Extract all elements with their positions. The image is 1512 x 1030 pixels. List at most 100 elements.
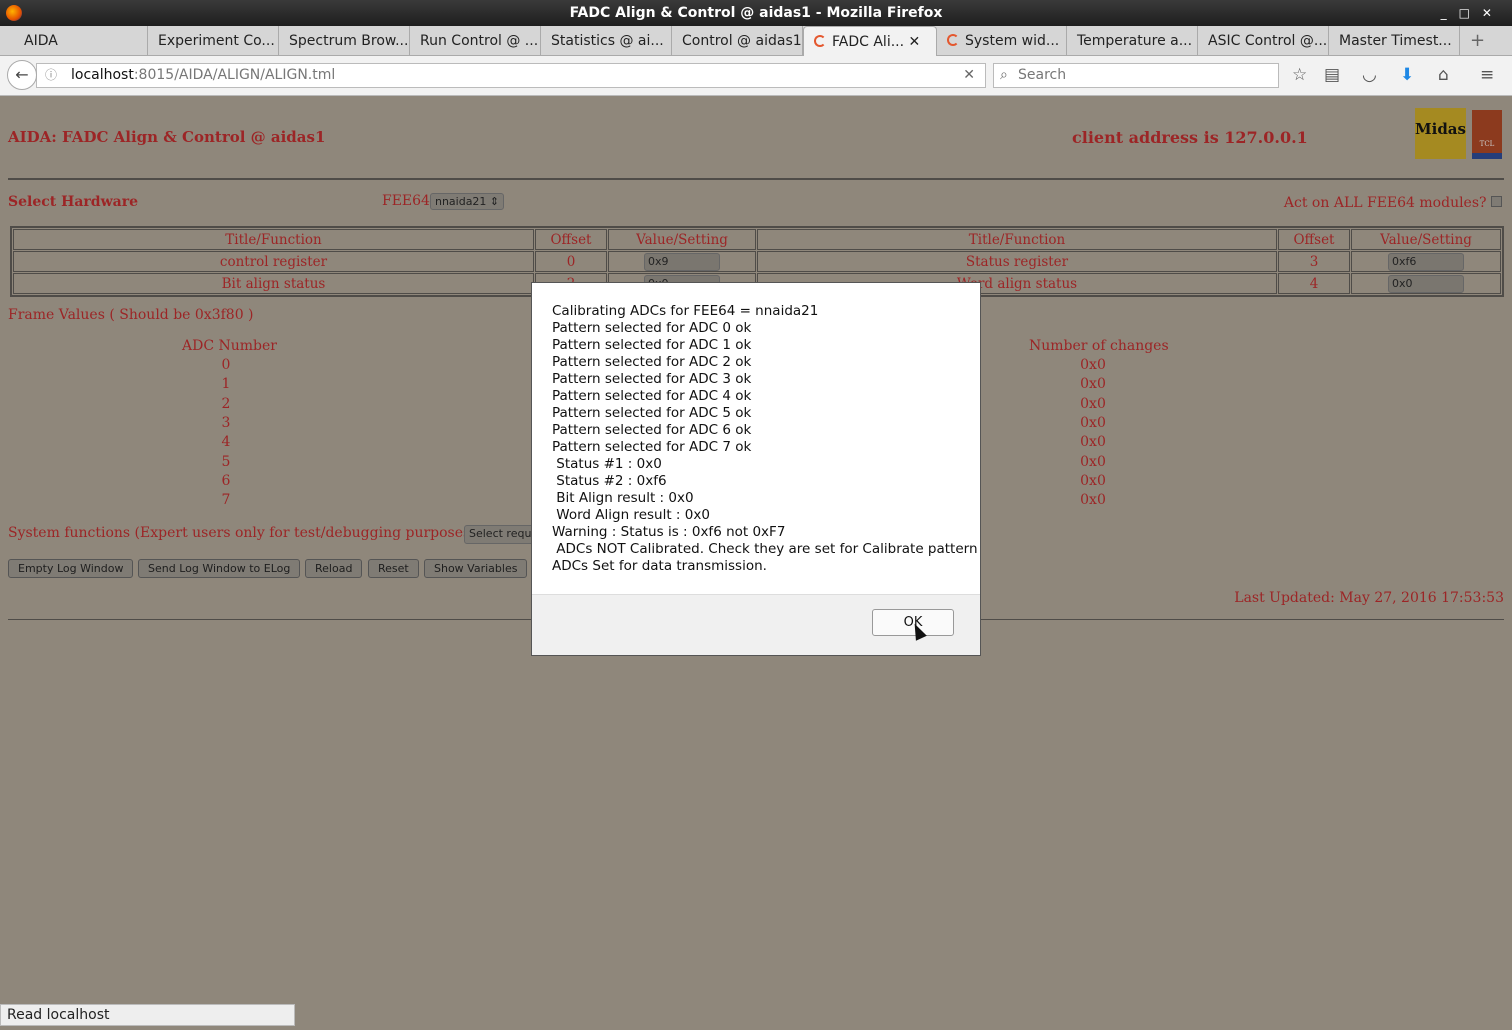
register-title: control register: [13, 251, 534, 272]
firefox-icon: [6, 5, 22, 21]
adc-number: 6: [221, 472, 231, 489]
table-row: control register 0 0x9 Status register 3…: [13, 251, 1501, 272]
adc-number-header: ADC Number: [182, 338, 277, 354]
search-placeholder: Search: [1018, 67, 1067, 83]
tab-label: Spectrum Brow...: [289, 33, 409, 49]
act-all-checkbox[interactable]: [1491, 196, 1502, 207]
midas-logo: Midas: [1415, 108, 1466, 159]
url-bar[interactable]: ⓘ localhost:8015/AIDA/ALIGN/ALIGN.tml ✕: [36, 63, 986, 88]
menu-icon[interactable]: ≡: [1480, 65, 1494, 85]
tab-label: Run Control @ ...: [420, 33, 539, 49]
adc-number: 2: [221, 395, 231, 412]
register-offset: 0: [535, 251, 607, 272]
tab[interactable]: Statistics @ ai...: [541, 26, 672, 56]
reset-button[interactable]: Reset: [368, 559, 419, 578]
adc-number: 5: [221, 453, 231, 470]
window-title: FADC Align & Control @ aidas1 - Mozilla …: [569, 5, 943, 21]
stop-icon[interactable]: ✕: [963, 64, 975, 87]
adc-changes: 0x0: [1080, 492, 1106, 509]
tab-active[interactable]: FADC Ali... ✕: [803, 26, 937, 56]
tab-strip: AIDA Experiment Co... Spectrum Brow... R…: [0, 26, 1512, 56]
adc-number: 0: [221, 357, 231, 373]
tab-label: Control @ aidas1: [682, 33, 802, 49]
column-header: Offset: [1278, 229, 1350, 250]
info-icon[interactable]: ⓘ: [45, 64, 57, 87]
loading-icon: [947, 34, 959, 46]
client-address: client address is 127.0.0.1: [1072, 128, 1308, 147]
send-log-to-elog-button[interactable]: Send Log Window to ELog: [138, 559, 301, 578]
close-tab-icon[interactable]: ✕: [909, 34, 921, 50]
tab[interactable]: Control @ aidas1: [672, 26, 803, 56]
empty-log-window-button[interactable]: Empty Log Window: [8, 559, 134, 578]
download-icon[interactable]: ⬇: [1400, 65, 1414, 85]
adc-changes: 0x0: [1080, 453, 1106, 470]
fee64-select[interactable]: nnaida21 ⇕: [429, 193, 505, 210]
tab-label: ASIC Control @...: [1208, 33, 1328, 49]
last-updated: Last Updated: May 27, 2016 17:53:53: [1234, 590, 1504, 606]
search-icon: ⌕: [1000, 67, 1008, 83]
act-all-label: Act on ALL FEE64 modules?: [1283, 195, 1487, 211]
changes-header: Number of changes: [1029, 338, 1169, 354]
adc-changes: 0x0: [1080, 376, 1106, 393]
window-controls[interactable]: _□✕: [1441, 0, 1504, 26]
url-path: :8015/AIDA/ALIGN/ALIGN.tml: [133, 67, 336, 83]
tab-label: System wid...: [965, 33, 1060, 49]
fee64-label: FEE64 nnaida21 ⇕: [382, 193, 505, 210]
adc-number: 3: [221, 414, 231, 431]
reload-button[interactable]: Reload: [305, 559, 363, 578]
adc-changes: 0x0: [1080, 395, 1106, 412]
column-header: Title/Function: [757, 229, 1277, 250]
back-button[interactable]: ←: [7, 60, 37, 90]
register-title: Bit align status: [13, 273, 534, 294]
home-icon[interactable]: ⌂: [1438, 65, 1449, 85]
loading-icon: [814, 35, 826, 47]
tab-label: Experiment Co...: [158, 33, 275, 49]
page-title: AIDA: FADC Align & Control @ aidas1: [8, 128, 326, 146]
tab[interactable]: AIDA: [0, 26, 148, 56]
register-value-input[interactable]: 0xf6: [1388, 252, 1464, 271]
register-value-cell: 0x9: [608, 251, 756, 272]
tab[interactable]: Master Timest...: [1329, 26, 1460, 56]
tab[interactable]: Run Control @ ...: [410, 26, 541, 56]
adc-number: 7: [221, 492, 231, 509]
tab[interactable]: Spectrum Brow...: [279, 26, 410, 56]
tab[interactable]: ASIC Control @...: [1198, 26, 1329, 56]
search-input[interactable]: ⌕ Search: [993, 63, 1279, 88]
column-header: Value/Setting: [608, 229, 756, 250]
column-header: Title/Function: [13, 229, 534, 250]
reading-list-icon[interactable]: ▤: [1324, 65, 1340, 85]
tab[interactable]: System wid...: [937, 26, 1067, 56]
register-value-input[interactable]: 0x0: [1388, 274, 1464, 293]
tab[interactable]: Temperature a...: [1067, 26, 1198, 56]
dialog-message: Calibrating ADCs for FEE64 = nnaida21 Pa…: [552, 303, 978, 574]
register-offset: 4: [1278, 273, 1350, 294]
tab-label: Temperature a...: [1077, 33, 1193, 49]
adc-changes: 0x0: [1080, 414, 1106, 431]
fee64-label-text: FEE64: [382, 193, 430, 209]
frame-values-label: Frame Values ( Should be 0x3f80 ): [8, 307, 254, 323]
pocket-icon[interactable]: ◡: [1362, 65, 1377, 85]
bookmark-star-icon[interactable]: ☆: [1292, 65, 1307, 85]
register-title: Status register: [757, 251, 1277, 272]
register-value-input[interactable]: 0x9: [644, 252, 720, 271]
adc-number: 1: [221, 376, 231, 393]
url-host: localhost: [71, 67, 134, 83]
tab-label: AIDA: [24, 33, 58, 49]
tab[interactable]: Experiment Co...: [148, 26, 279, 56]
alert-dialog: Calibrating ADCs for FEE64 = nnaida21 Pa…: [531, 282, 981, 656]
adc-number: 4: [221, 434, 231, 451]
adc-changes: 0x0: [1080, 434, 1106, 451]
table-header-row: Title/Function Offset Value/Setting Titl…: [13, 229, 1501, 250]
column-header: Value/Setting: [1351, 229, 1501, 250]
adc-changes: 0x0: [1080, 357, 1106, 373]
tab-label: FADC Ali...: [832, 34, 905, 50]
show-variables-button[interactable]: Show Variables: [424, 559, 528, 578]
register-value-cell: 0x0: [1351, 273, 1501, 294]
register-value-cell: 0xf6: [1351, 251, 1501, 272]
fee64-value: nnaida21: [434, 195, 487, 208]
act-all-row: Act on ALL FEE64 modules?: [1284, 195, 1502, 211]
navigation-bar: ⓘ localhost:8015/AIDA/ALIGN/ALIGN.tml ✕ …: [0, 56, 1512, 96]
tcl-logo: TCL: [1472, 110, 1502, 159]
adc-changes: 0x0: [1080, 472, 1106, 489]
new-tab-icon[interactable]: +: [1460, 26, 1500, 56]
